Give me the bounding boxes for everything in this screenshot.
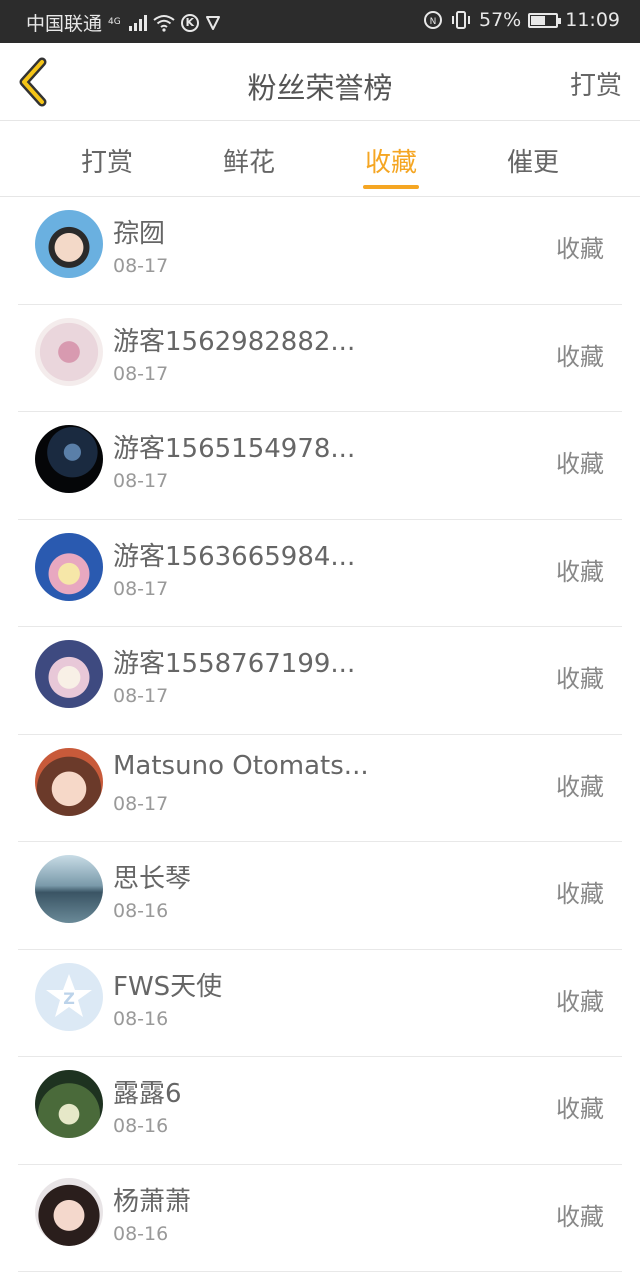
list-item[interactable]: 游客1565154978... 08-17 收藏 — [18, 412, 622, 520]
wifi-icon — [153, 14, 175, 32]
svg-text:N: N — [430, 17, 437, 27]
fan-action: 收藏 — [556, 235, 604, 263]
fan-list: 孮囫 08-17 收藏 游客1562982882... 08-17 收藏 游客1… — [0, 197, 640, 1272]
network-type: 4G — [108, 17, 121, 27]
list-item[interactable]: 杨萧萧 08-16 收藏 — [18, 1165, 622, 1272]
list-item[interactable]: Matsuno Otomats... 08-17 收藏 — [18, 735, 622, 842]
fan-action: 收藏 — [556, 665, 604, 693]
status-bar: 中国联通 4G K N 57% 11:09 — [0, 0, 640, 43]
fan-date: 08-17 — [113, 255, 169, 277]
battery-icon — [528, 12, 562, 28]
fan-date: 08-17 — [113, 362, 169, 385]
active-tab-indicator — [363, 185, 419, 189]
avatar — [35, 317, 103, 386]
list-item[interactable]: 游客1562982882... 08-17 收藏 — [18, 305, 622, 412]
shield-icon — [205, 15, 220, 30]
fan-date: 08-16 — [113, 1007, 169, 1030]
reward-button[interactable]: 打赏 — [570, 65, 622, 102]
fan-action: 收藏 — [556, 987, 604, 1016]
avatar — [35, 210, 103, 278]
fan-action: 收藏 — [556, 342, 604, 371]
fan-date: 08-17 — [113, 685, 169, 707]
avatar — [35, 532, 103, 601]
k-icon: K — [180, 13, 199, 32]
fan-name: 游客1562982882... — [113, 326, 356, 357]
battery-percent: 57% — [479, 9, 522, 31]
fan-date: 08-16 — [113, 1115, 169, 1137]
fan-name: 露露6 — [113, 1079, 182, 1109]
tab-favorites[interactable]: 收藏 — [331, 142, 451, 179]
fan-date: 08-16 — [113, 900, 169, 922]
avatar: Z — [35, 962, 103, 1031]
list-item[interactable]: 露露6 08-16 收藏 — [18, 1057, 622, 1165]
avatar — [35, 425, 103, 493]
tab-reward[interactable]: 打赏 — [47, 142, 167, 179]
fan-action: 收藏 — [556, 772, 604, 801]
fan-action: 收藏 — [556, 450, 604, 478]
avatar — [35, 747, 103, 816]
carrier-label: 中国联通 — [26, 13, 103, 35]
clock: 11:09 — [565, 9, 620, 31]
list-item[interactable]: 思长琴 08-16 收藏 — [18, 842, 622, 950]
vibrate-icon — [452, 11, 470, 29]
fan-name: 孮囫 — [113, 219, 166, 249]
fan-date: 08-17 — [113, 470, 169, 492]
default-avatar-icon: Z — [46, 973, 92, 1017]
avatar — [35, 855, 103, 923]
fan-action: 收藏 — [556, 1202, 604, 1231]
fan-date: 08-16 — [113, 1222, 169, 1245]
list-item[interactable]: 孮囫 08-17 收藏 — [18, 197, 622, 305]
fan-action: 收藏 — [556, 1095, 604, 1123]
fan-name: 杨萧萧 — [113, 1186, 192, 1217]
header: 粉丝荣誉榜 打赏 — [0, 43, 640, 121]
fan-date: 08-17 — [113, 792, 169, 815]
page-title: 粉丝荣誉榜 — [247, 71, 393, 105]
tab-bar: 打赏 鲜花 收藏 催更 — [0, 122, 640, 197]
list-item[interactable]: 游客1563665984... 08-17 收藏 — [18, 520, 622, 627]
avatar — [35, 1070, 103, 1138]
list-item[interactable]: Z FWS天使 08-16 收藏 — [18, 950, 622, 1057]
fan-name: Matsuno Otomats... — [113, 750, 369, 781]
fan-name: FWS天使 — [113, 971, 223, 1002]
svg-text:Z: Z — [63, 989, 75, 1008]
avatar — [35, 640, 103, 708]
fan-name: 游客1565154978... — [113, 434, 356, 464]
avatar — [35, 1177, 103, 1246]
list-item[interactable]: 游客1558767199... 08-17 收藏 — [18, 627, 622, 735]
tab-flowers[interactable]: 鲜花 — [189, 142, 309, 179]
fan-action: 收藏 — [556, 557, 604, 586]
fan-name: 思长琴 — [113, 864, 192, 894]
tab-urge-update[interactable]: 催更 — [473, 142, 593, 179]
signal-icon — [128, 14, 147, 31]
fan-date: 08-17 — [113, 577, 169, 600]
fan-action: 收藏 — [556, 880, 604, 908]
fan-name: 游客1558767199... — [113, 649, 356, 679]
fan-name: 游客1563665984... — [113, 541, 356, 572]
nfc-icon: N — [424, 11, 442, 29]
